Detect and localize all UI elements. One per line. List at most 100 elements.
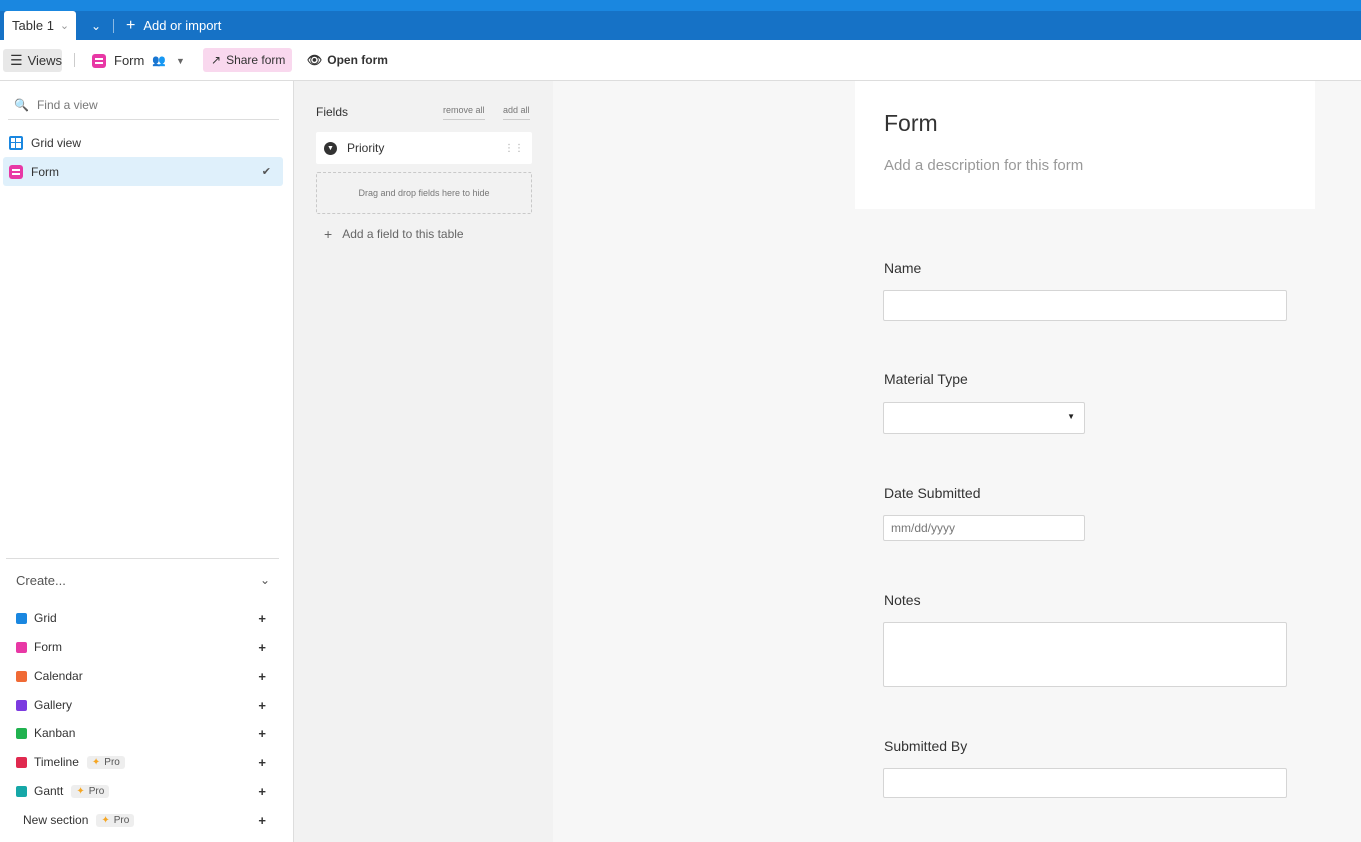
create-item-label: Gallery — [34, 698, 73, 712]
form-description[interactable]: Add a description for this form — [884, 157, 1083, 174]
form-icon — [92, 53, 106, 68]
pro-label: Pro — [104, 756, 120, 768]
plus-icon[interactable]: + — [258, 611, 266, 626]
open-form-button[interactable]: 👁 Open form — [307, 48, 388, 72]
view-item-label: Grid view — [31, 135, 82, 150]
more-tables-button[interactable]: ⌄ — [82, 13, 110, 38]
drop-hint: Drag and drop fields here to hide — [358, 188, 490, 198]
hidden-fields-panel: Fields remove all add all ▼ Priority ⋮⋮ … — [294, 81, 553, 842]
field-label-material-type: Material Type — [884, 371, 968, 387]
fields-title: Fields — [316, 105, 349, 119]
view-switcher[interactable]: Form 👥 ▼ — [92, 49, 185, 72]
chevron-down-icon: ⌄ — [259, 573, 270, 587]
create-form[interactable]: Form + — [16, 636, 270, 658]
search-placeholder: Find a view — [36, 98, 98, 112]
gallery-icon — [16, 699, 27, 711]
pro-badge: ✦ Pro — [86, 755, 125, 769]
create-item-label: Grid — [34, 611, 57, 625]
field-label-submitted-by: Submitted By — [884, 738, 968, 754]
form-header: Form Add a description for this form — [855, 81, 1315, 209]
create-kanban[interactable]: Kanban + — [16, 722, 270, 744]
form-icon — [16, 641, 27, 653]
view-item-label: Form — [31, 164, 59, 179]
create-item-label: Kanban — [34, 726, 76, 740]
pro-badge: ✦ Pro — [71, 784, 110, 798]
form-title[interactable]: Form — [884, 110, 938, 137]
material-type-select[interactable]: ▼ — [883, 402, 1085, 434]
create-gallery[interactable]: Gallery + — [16, 694, 270, 716]
plus-icon[interactable]: + — [258, 669, 266, 684]
open-form-label: Open form — [327, 53, 388, 67]
calendar-icon — [16, 670, 27, 682]
caret-down-icon: ▼ — [176, 55, 185, 66]
create-label: Create... — [16, 573, 66, 588]
sparkle-icon: ✦ — [76, 785, 85, 797]
create-item-label: Calendar — [34, 669, 83, 683]
form-canvas: Form Add a description for this form Nam… — [553, 81, 1361, 842]
create-timeline[interactable]: Timeline ✦ Pro + — [16, 751, 270, 773]
notes-textarea[interactable] — [883, 622, 1287, 687]
create-gantt[interactable]: Gantt ✦ Pro + — [16, 780, 270, 802]
view-item-form[interactable]: Form ✔ — [3, 157, 283, 186]
checkmark-icon: ✔ — [261, 166, 271, 178]
field-label-notes: Notes — [884, 592, 921, 608]
plus-icon: + — [324, 226, 333, 242]
plus-icon[interactable]: + — [258, 755, 266, 770]
hidden-field-priority[interactable]: ▼ Priority ⋮⋮ — [316, 132, 532, 164]
tab-label: Table 1 — [12, 18, 54, 33]
add-import-label: Add or import — [143, 18, 222, 33]
field-label-name: Name — [884, 260, 922, 276]
pro-badge: ✦ Pro — [96, 813, 135, 827]
add-field-button[interactable]: + Add a field to this table — [324, 226, 464, 242]
timeline-icon — [16, 756, 27, 768]
chevron-down-icon[interactable]: ⌄ — [60, 19, 69, 32]
remove-all-link[interactable]: remove all — [443, 105, 485, 120]
plus-icon[interactable]: + — [258, 698, 266, 713]
create-item-label: Form — [34, 640, 62, 654]
divider — [6, 558, 279, 559]
share-icon: ↗ — [211, 53, 222, 67]
create-item-label: Gantt — [34, 784, 64, 798]
view-toolbar: ☰ Views Form 👥 ▼ ↗ Share form 👁 Open for… — [0, 40, 1361, 81]
create-item-label: Timeline — [34, 755, 79, 769]
date-submitted-input[interactable]: mm/dd/yyyy — [883, 515, 1085, 541]
search-icon: 🔍 — [14, 98, 29, 112]
grid-icon — [16, 612, 27, 624]
gantt-icon — [16, 785, 27, 797]
plus-icon[interactable]: + — [258, 813, 266, 828]
hide-drop-zone[interactable]: Drag and drop fields here to hide — [316, 172, 532, 214]
caret-down-icon: ▼ — [1067, 412, 1075, 421]
form-icon — [9, 164, 23, 179]
find-view-input[interactable]: 🔍 Find a view — [8, 91, 279, 120]
add-all-link[interactable]: add all — [503, 105, 530, 120]
plus-icon: + — [126, 16, 136, 34]
collaborators-icon: 👥 — [152, 55, 167, 67]
drag-handle-icon[interactable]: ⋮⋮ — [504, 143, 524, 154]
create-new-section[interactable]: New section ✦ Pro + — [16, 809, 270, 831]
plus-icon[interactable]: + — [258, 726, 266, 741]
hamburger-icon: ☰ — [10, 52, 23, 68]
submitted-by-input[interactable] — [883, 768, 1287, 798]
share-form-button[interactable]: ↗ Share form — [203, 48, 292, 72]
share-label: Share form — [226, 53, 286, 67]
field-label-date-submitted: Date Submitted — [884, 485, 981, 501]
top-tab-bar: Table 1 ⌄ ⌄ + Add or import — [0, 0, 1361, 40]
views-button[interactable]: ☰ Views — [3, 49, 62, 72]
create-calendar[interactable]: Calendar + — [16, 665, 270, 687]
sparkle-icon: ✦ — [101, 814, 110, 826]
single-select-icon: ▼ — [324, 141, 337, 155]
create-grid[interactable]: Grid + — [16, 607, 270, 629]
tab-table-1[interactable]: Table 1 ⌄ — [4, 11, 76, 40]
plus-icon[interactable]: + — [258, 640, 266, 655]
field-label: Priority — [347, 141, 385, 155]
date-placeholder: mm/dd/yyyy — [891, 521, 956, 535]
view-item-grid[interactable]: Grid view — [3, 128, 283, 157]
views-sidebar: 🔍 Find a view Grid view Form ✔ Create...… — [0, 81, 294, 842]
create-section-header[interactable]: Create... ⌄ — [16, 573, 270, 588]
view-name: Form — [114, 53, 145, 68]
name-input[interactable] — [883, 290, 1287, 321]
chevron-down-icon: ⌄ — [90, 18, 102, 33]
plus-icon[interactable]: + — [258, 784, 266, 799]
views-label: Views — [27, 53, 63, 68]
add-or-import-button[interactable]: + Add or import — [126, 11, 221, 40]
